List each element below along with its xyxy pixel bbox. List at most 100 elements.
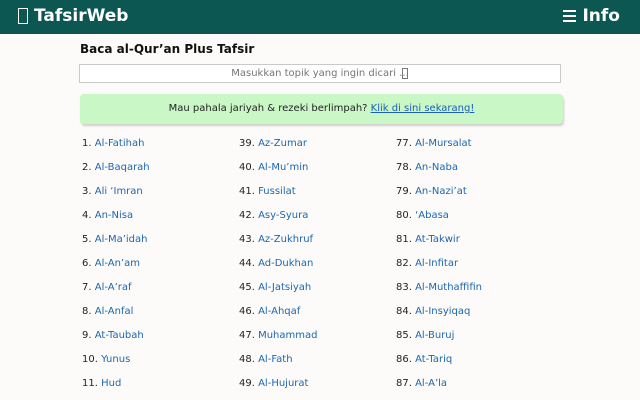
surah-link[interactable]: Al-Hujurat — [258, 378, 308, 389]
list-item: 9. At-Taubah — [82, 325, 150, 349]
list-item: 43. Az-Zukhruf — [239, 229, 317, 253]
surah-link[interactable]: At-Taubah — [95, 330, 144, 341]
surah-link[interactable]: Fussilat — [258, 186, 296, 197]
surah-number: 5. — [82, 234, 92, 245]
hamburger-icon — [563, 7, 577, 25]
surah-link[interactable]: Az-Zumar — [258, 138, 307, 149]
surah-number: 42. — [239, 210, 255, 221]
list-item: 1. Al-Fatihah — [82, 133, 150, 157]
surah-number: 4. — [82, 210, 92, 221]
surah-link[interactable]: Al-A’la — [415, 378, 447, 389]
list-item: 40. Al-Mu’min — [239, 157, 317, 181]
surah-number: 87. — [396, 378, 412, 389]
surah-number: 11. — [82, 378, 98, 389]
surah-link[interactable]: Al-Mursalat — [415, 138, 471, 149]
surah-link[interactable]: Al-Baqarah — [95, 162, 150, 173]
list-item: 3. Ali ‘Imran — [82, 181, 150, 205]
brand-link[interactable]: TafsirWeb — [18, 6, 128, 26]
list-item: 41. Fussilat — [239, 181, 317, 205]
surah-number: 3. — [82, 186, 92, 197]
surah-number: 2. — [82, 162, 92, 173]
surah-number: 82. — [396, 258, 412, 269]
surah-link[interactable]: Az-Zukhruf — [258, 234, 313, 245]
surah-link[interactable]: An-Nazi’at — [415, 186, 467, 197]
surah-link[interactable]: Yunus — [101, 354, 130, 365]
info-menu-button[interactable]: Info — [563, 6, 620, 26]
brand-name: TafsirWeb — [34, 6, 129, 26]
surah-link[interactable]: Al-Ma’idah — [95, 234, 148, 245]
surah-number: 39. — [239, 138, 255, 149]
list-item: 86. At-Tariq — [396, 349, 482, 373]
list-item: 10. Yunus — [82, 349, 150, 373]
surah-number: 78. — [396, 162, 412, 173]
list-item: 39. Az-Zumar — [239, 133, 317, 157]
surah-number: 49. — [239, 378, 255, 389]
search-field[interactable] — [79, 64, 561, 83]
surah-link[interactable]: Al-A’raf — [95, 282, 132, 293]
surah-number: 81. — [396, 234, 412, 245]
list-item: 78. An-Naba — [396, 157, 482, 181]
surah-link[interactable]: Al-Ahqaf — [258, 306, 300, 317]
surah-link[interactable]: ‘Abasa — [415, 210, 449, 221]
list-item: 81. At-Takwir — [396, 229, 482, 253]
surah-link[interactable]: Hud — [101, 378, 121, 389]
surah-link[interactable]: Al-Muthaffifin — [415, 282, 482, 293]
search-input[interactable] — [80, 65, 560, 82]
promo-text: Mau pahala jariyah & rezeki berlimpah? — [168, 103, 368, 114]
list-item: 49. Al-Hujurat — [239, 373, 317, 397]
surah-number: 48. — [239, 354, 255, 365]
surah-link[interactable]: Al-Fatihah — [95, 138, 145, 149]
surah-number: 85. — [396, 330, 412, 341]
surah-number: 44. — [239, 258, 255, 269]
top-bar: TafsirWeb Info — [0, 0, 640, 34]
promo-link[interactable]: Klik di sini sekarang! — [371, 103, 475, 114]
surah-link[interactable]: At-Tariq — [415, 354, 452, 365]
surah-link[interactable]: At-Takwir — [415, 234, 460, 245]
list-item: 48. Al-Fath — [239, 349, 317, 373]
surah-link[interactable]: Al-Insyiqaq — [415, 306, 470, 317]
surah-number: 43. — [239, 234, 255, 245]
surah-number: 79. — [396, 186, 412, 197]
surah-link[interactable]: Al-Buruj — [415, 330, 454, 341]
list-item: 79. An-Nazi’at — [396, 181, 482, 205]
surah-number: 84. — [396, 306, 412, 317]
list-item: 42. Asy-Syura — [239, 205, 317, 229]
surah-link[interactable]: Ali ‘Imran — [95, 186, 143, 197]
surah-link[interactable]: Al-Jatsiyah — [258, 282, 311, 293]
surah-link[interactable]: Muhammad — [258, 330, 317, 341]
list-item: 77. Al-Mursalat — [396, 133, 482, 157]
surah-link[interactable]: Al-Infitar — [415, 258, 458, 269]
surah-number: 1. — [82, 138, 92, 149]
surah-number: 6. — [82, 258, 92, 269]
surah-link[interactable]: An-Nisa — [95, 210, 133, 221]
list-item: 44. Ad-Dukhan — [239, 253, 317, 277]
surah-column-1: 1. Al-Fatihah 2. Al-Baqarah 3. Ali ‘Imran 4… — [82, 133, 150, 397]
list-item: 45. Al-Jatsiyah — [239, 277, 317, 301]
surah-number: 10. — [82, 354, 98, 365]
surah-link[interactable]: Ad-Dukhan — [258, 258, 313, 269]
surah-number: 77. — [396, 138, 412, 149]
placeholder-glyph-icon — [402, 68, 408, 79]
list-item: 82. Al-Infitar — [396, 253, 482, 277]
surah-number: 8. — [82, 306, 92, 317]
promo-banner: Mau pahala jariyah & rezeki berlimpah? K… — [80, 94, 563, 124]
surah-number: 7. — [82, 282, 92, 293]
surah-column-2: 39. Az-Zumar 40. Al-Mu’min 41. Fussilat 42.… — [239, 133, 317, 397]
surah-link[interactable]: An-Naba — [415, 162, 458, 173]
surah-link[interactable]: Al-Mu’min — [258, 162, 308, 173]
list-item: 8. Al-Anfal — [82, 301, 150, 325]
surah-number: 45. — [239, 282, 255, 293]
list-item: 6. Al-An’am — [82, 253, 150, 277]
surah-link[interactable]: Asy-Syura — [258, 210, 308, 221]
list-item: 4. An-Nisa — [82, 205, 150, 229]
surah-link[interactable]: Al-An’am — [95, 258, 140, 269]
page-title: Baca al-Qur’an Plus Tafsir — [80, 42, 255, 56]
list-item: 2. Al-Baqarah — [82, 157, 150, 181]
surah-link[interactable]: Al-Anfal — [95, 306, 134, 317]
surah-number: 47. — [239, 330, 255, 341]
surah-number: 80. — [396, 210, 412, 221]
surah-link[interactable]: Al-Fath — [258, 354, 292, 365]
surah-number: 9. — [82, 330, 92, 341]
surah-number: 41. — [239, 186, 255, 197]
info-label: Info — [582, 6, 620, 26]
